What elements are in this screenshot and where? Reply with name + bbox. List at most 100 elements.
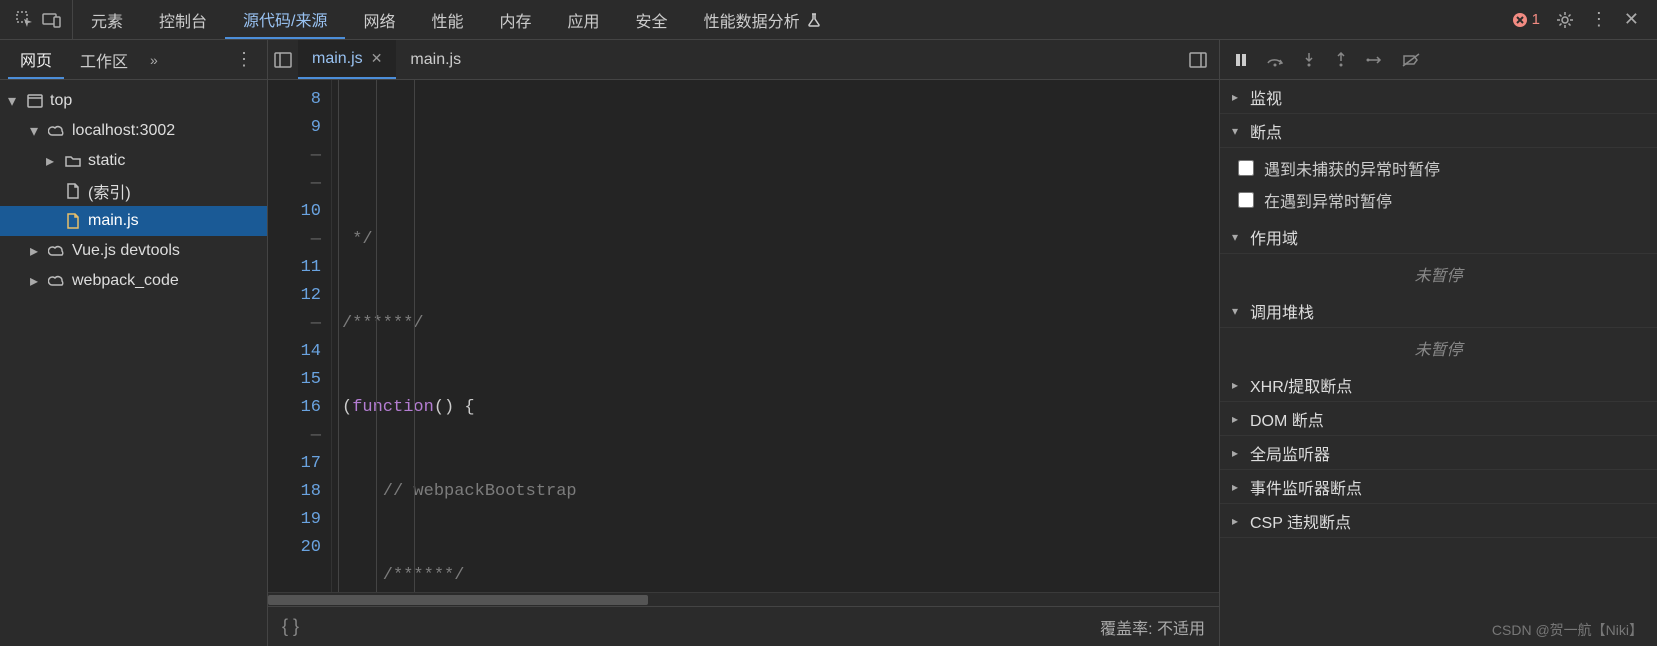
file-tree: ▾ top ▾ localhost:3002 ▸ static — [0, 80, 267, 646]
cloud-icon — [48, 245, 66, 257]
tree-label: localhost:3002 — [72, 122, 175, 140]
close-tab-icon[interactable]: ✕ — [371, 50, 383, 67]
chevron-down-icon: ▾ — [1232, 124, 1244, 138]
tree-node-host[interactable]: ▾ localhost:3002 — [0, 116, 267, 146]
perf-insights-label: 性能数据分析 — [704, 8, 800, 32]
error-count-badge[interactable]: 1 — [1512, 11, 1540, 28]
pane-title: XHR/提取断点 — [1250, 373, 1352, 397]
tree-node-vuedevtools[interactable]: ▸ Vue.js devtools — [0, 236, 267, 266]
tree-node-top[interactable]: ▾ top — [0, 86, 267, 116]
chevron-right-icon: ▸ — [1232, 514, 1244, 528]
callstack-not-paused: 未暂停 — [1220, 328, 1657, 368]
editor-tab-mainjs-2[interactable]: main.js — [396, 40, 475, 79]
tab-performance[interactable]: 性能 — [414, 0, 482, 39]
scope-not-paused: 未暂停 — [1220, 254, 1657, 294]
step-out-icon[interactable] — [1334, 52, 1348, 68]
pause-icon[interactable] — [1234, 53, 1248, 67]
scope-pane-header[interactable]: ▾ 作用域 — [1220, 220, 1657, 254]
device-toggle-icon[interactable] — [42, 12, 62, 28]
line-gutter[interactable]: 8 9 — — 10 — 11 12 — 14 15 16 — 17 18 19 — [268, 80, 332, 592]
editor-tab-label: main.js — [312, 50, 363, 68]
cloud-icon — [48, 275, 66, 287]
tab-security[interactable]: 安全 — [618, 0, 686, 39]
window-icon — [26, 94, 44, 108]
flask-icon — [806, 12, 822, 28]
chevron-down-icon: ▾ — [1232, 230, 1244, 244]
tab-sources[interactable]: 源代码/来源 — [225, 0, 345, 39]
editor-horizontal-scrollbar[interactable] — [268, 592, 1219, 606]
global-listeners-pane-header[interactable]: ▸全局监听器 — [1220, 436, 1657, 470]
tree-label: main.js — [88, 212, 139, 230]
close-devtools-icon[interactable]: ✕ — [1624, 9, 1639, 30]
step-into-icon[interactable] — [1302, 52, 1316, 68]
chevron-right-icon: ▸ — [30, 241, 42, 261]
file-icon — [64, 183, 82, 199]
tree-label: top — [50, 92, 72, 110]
callstack-pane-header[interactable]: ▾ 调用堆栈 — [1220, 294, 1657, 328]
checkbox-label: 在遇到异常时暂停 — [1264, 188, 1392, 212]
chevron-right-icon: ▸ — [1232, 378, 1244, 392]
pane-title: DOM 断点 — [1250, 407, 1324, 431]
chevron-down-icon: ▾ — [1232, 304, 1244, 318]
chevron-right-icon: ▸ — [1232, 480, 1244, 494]
pause-caught-checkbox[interactable] — [1238, 192, 1254, 208]
csp-breakpoints-pane-header[interactable]: ▸CSP 违规断点 — [1220, 504, 1657, 538]
inspect-element-icon[interactable] — [16, 11, 34, 29]
pause-uncaught-checkbox-row[interactable]: 遇到未捕获的异常时暂停 — [1220, 152, 1657, 184]
breakpoints-pane-header[interactable]: ▾ 断点 — [1220, 114, 1657, 148]
pretty-print-icon[interactable]: { } — [282, 616, 299, 637]
code-editor[interactable]: */ /******/ (function() { // webpackBoot… — [332, 80, 1219, 592]
pause-uncaught-checkbox[interactable] — [1238, 160, 1254, 176]
tree-node-static[interactable]: ▸ static — [0, 146, 267, 176]
event-listener-breakpoints-pane-header[interactable]: ▸ 事件监听器断点 — [1220, 470, 1657, 504]
chevron-down-icon: ▾ — [30, 121, 42, 141]
kebab-menu-icon[interactable]: ⋮ — [1590, 9, 1608, 30]
watch-pane-header[interactable]: ▸ 监视 — [1220, 80, 1657, 114]
tree-node-mainjs[interactable]: main.js — [0, 206, 267, 236]
pause-caught-checkbox-row[interactable]: 在遇到异常时暂停 — [1220, 184, 1657, 216]
tree-node-index[interactable]: (索引) — [0, 176, 267, 206]
show-debugger-icon[interactable] — [1177, 52, 1219, 68]
tab-elements[interactable]: 元素 — [73, 0, 141, 39]
debugger-toolbar — [1220, 40, 1657, 80]
sidebar-tab-page[interactable]: 网页 — [8, 40, 64, 79]
step-icon[interactable] — [1366, 53, 1384, 67]
chevron-right-icon: ▸ — [1232, 412, 1244, 426]
xhr-breakpoints-pane-header[interactable]: ▸ XHR/提取断点 — [1220, 368, 1657, 402]
tab-console[interactable]: 控制台 — [141, 0, 225, 39]
chevron-right-icon: ▸ — [46, 151, 58, 171]
chevron-right-icon: ▸ — [1232, 446, 1244, 460]
tree-label: (索引) — [88, 179, 131, 203]
step-over-icon[interactable] — [1266, 53, 1284, 67]
navigator-toggle-icon[interactable] — [268, 52, 298, 68]
chevron-down-icon: ▾ — [8, 91, 20, 111]
tree-label: Vue.js devtools — [72, 242, 180, 260]
checkbox-label: 遇到未捕获的异常时暂停 — [1264, 156, 1440, 180]
editor-panel: main.js ✕ main.js 8 9 — — 10 — — [268, 40, 1219, 646]
editor-tab-mainjs-1[interactable]: main.js ✕ — [298, 40, 396, 79]
sidebar-tabs-overflow-icon[interactable]: » — [144, 52, 164, 68]
pane-title: 事件监听器断点 — [1250, 475, 1362, 499]
debugger-panel: ▸ 监视 ▾ 断点 遇到未捕获的异常时暂停 在遇到异常时暂停 ▾ 作用域 未暂停 ▾ 调… — [1219, 40, 1657, 646]
devtools-top-toolbar: 元素 控制台 源代码/来源 网络 性能 内存 应用 安全 性能数据分析 1 — [0, 0, 1657, 40]
dom-breakpoints-pane-header[interactable]: ▸ DOM 断点 — [1220, 402, 1657, 436]
settings-icon[interactable] — [1556, 11, 1574, 29]
pane-title: 作用域 — [1250, 225, 1298, 249]
tab-performance-insights[interactable]: 性能数据分析 — [686, 0, 840, 39]
folder-icon — [64, 155, 82, 167]
pane-title: 监视 — [1250, 85, 1282, 109]
tab-network[interactable]: 网络 — [345, 0, 413, 39]
sources-sidebar: 网页 工作区 » ⋮ ▾ top ▾ localhost:3002 — [0, 40, 268, 646]
deactivate-breakpoints-icon[interactable] — [1402, 53, 1420, 67]
pane-title: 调用堆栈 — [1250, 299, 1314, 323]
tree-node-webpack[interactable]: ▸ webpack_code — [0, 266, 267, 296]
error-count-value: 1 — [1532, 11, 1540, 28]
sidebar-kebab-icon[interactable]: ⋮ — [229, 49, 259, 70]
tab-application[interactable]: 应用 — [550, 0, 618, 39]
sidebar-tab-workspace[interactable]: 工作区 — [68, 40, 140, 79]
cloud-icon — [48, 125, 66, 137]
chevron-right-icon: ▸ — [1232, 90, 1244, 104]
pane-title: 断点 — [1250, 119, 1282, 143]
file-js-icon — [64, 213, 82, 229]
tab-memory[interactable]: 内存 — [482, 0, 550, 39]
